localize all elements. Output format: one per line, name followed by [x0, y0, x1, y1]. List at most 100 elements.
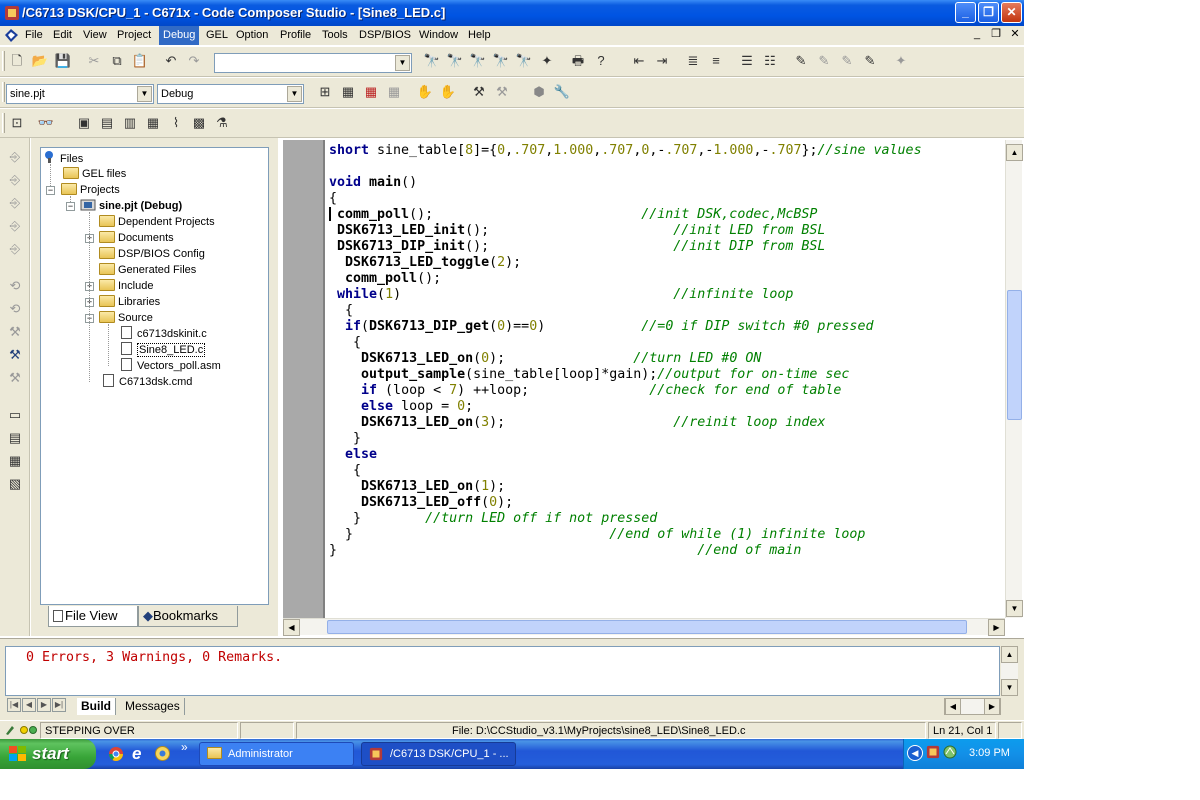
code-line[interactable]: DSK6713_LED_on(1);: [329, 479, 922, 495]
code-line[interactable]: comm_poll();: [329, 271, 922, 287]
help-pointer-icon[interactable]: ?: [592, 52, 610, 70]
build-options-icon[interactable]: ⬢: [530, 83, 548, 101]
tab-next-icon[interactable]: ▶: [37, 698, 51, 712]
start-button[interactable]: start: [0, 739, 96, 769]
toggle-breakpoint-icon[interactable]: ✎: [792, 52, 810, 70]
source-code[interactable]: short sine_table[8]={0,.707,1.000,.707,0…: [329, 143, 922, 559]
debug-options-icon[interactable]: 🔧: [553, 83, 571, 101]
output-horizontal-scrollbar[interactable]: ◀ ▶: [944, 698, 1001, 715]
mdi-restore-button[interactable]: ❐: [988, 28, 1004, 42]
find-icon[interactable]: 🔭: [423, 52, 441, 70]
mdi-minimize-button[interactable]: _: [969, 28, 985, 42]
tab-bookmarks[interactable]: ◆Bookmarks: [138, 606, 238, 627]
code-line[interactable]: else loop = 0;: [329, 399, 922, 415]
code-line[interactable]: short sine_table[8]={0,.707,1.000,.707,0…: [329, 143, 922, 159]
registers-icon[interactable]: ▤: [98, 114, 116, 132]
image-window-icon[interactable]: ▩: [190, 114, 208, 132]
set-pc-icon[interactable]: ⎆: [6, 240, 24, 258]
find-next-icon[interactable]: 🔭: [446, 52, 464, 70]
code-line[interactable]: else: [329, 447, 922, 463]
code-line[interactable]: if(DSK6713_DIP_get(0)==0) //=0 if DIP sw…: [329, 319, 922, 335]
asm-step-into-icon[interactable]: ⟲: [6, 277, 24, 295]
output-vertical-scrollbar[interactable]: ▲ ▼: [1001, 646, 1018, 696]
code-line[interactable]: } //turn LED off if not pressed: [329, 511, 922, 527]
menu-option[interactable]: Option: [232, 26, 272, 45]
chevron-down-icon[interactable]: ▼: [287, 86, 302, 102]
tab-messages[interactable]: Messages: [121, 698, 185, 715]
code-line[interactable]: [329, 159, 922, 175]
remove-probe-points-icon[interactable]: ✎: [861, 52, 879, 70]
code-line[interactable]: DSK6713_LED_init(); //init LED from BSL: [329, 223, 922, 239]
network-tray-icon[interactable]: [943, 745, 957, 762]
tree-node-file-c6713dskinit[interactable]: c6713dskinit.c: [119, 326, 207, 342]
scroll-down-arrow-icon[interactable]: ▼: [1001, 679, 1018, 696]
code-line[interactable]: DSK6713_LED_on(3); //reinit loop index: [329, 415, 922, 431]
editor-vertical-scrollbar[interactable]: ▲ ▼: [1005, 140, 1023, 618]
tree-node-generated-files[interactable]: Generated Files: [99, 262, 196, 278]
outlook-express-icon[interactable]: [154, 745, 171, 765]
code-line[interactable]: void main(): [329, 175, 922, 191]
scroll-up-arrow-icon[interactable]: ▲: [1001, 646, 1018, 663]
open-folder-icon[interactable]: 📂: [31, 52, 49, 70]
code-line[interactable]: {: [329, 335, 922, 351]
print-icon[interactable]: 🖶: [569, 52, 587, 70]
remove-breakpoints-icon[interactable]: ✎: [815, 52, 833, 70]
code-line[interactable]: } //end of while (1) infinite loop: [329, 527, 922, 543]
tab-prev-icon[interactable]: ◀: [22, 698, 36, 712]
dis-view-icon[interactable]: ▦: [6, 452, 24, 470]
chrome-icon[interactable]: [108, 746, 124, 765]
toolbar-grip[interactable]: [2, 113, 5, 133]
scroll-thumb[interactable]: [327, 620, 967, 634]
call-stack-icon[interactable]: ▦: [144, 114, 162, 132]
configuration-combo[interactable]: Debug ▼: [157, 84, 304, 104]
tree-node-gel-files[interactable]: GEL files: [63, 166, 126, 182]
code-line[interactable]: {: [329, 463, 922, 479]
code-line[interactable]: } //end of main: [329, 543, 922, 559]
menu-debug[interactable]: Debug: [159, 26, 200, 45]
chevron-down-icon[interactable]: ▼: [137, 86, 152, 102]
collapse-icon[interactable]: −: [46, 186, 55, 195]
run-to-cursor-icon[interactable]: ⎆: [6, 217, 24, 235]
scroll-left-arrow-icon[interactable]: ◀: [945, 698, 961, 715]
tree-node-file-vectors-poll[interactable]: Vectors_poll.asm: [119, 358, 221, 374]
watch-window-icon[interactable]: 👓: [37, 114, 55, 132]
toggle-list-icon[interactable]: ☷: [761, 52, 779, 70]
internet-explorer-icon[interactable]: e: [132, 744, 141, 764]
asm-step-over-icon[interactable]: ⟲: [6, 300, 24, 318]
quick-launch-more[interactable]: »: [181, 740, 188, 754]
step-out-icon[interactable]: ⎆: [6, 194, 24, 212]
toggle-bookmark-icon[interactable]: ✦: [538, 52, 556, 70]
toggle-probe-point-icon[interactable]: ✎: [838, 52, 856, 70]
menu-tools[interactable]: Tools: [318, 26, 352, 45]
tab-build[interactable]: Build: [77, 698, 116, 715]
profiler-icon[interactable]: ⚗: [213, 114, 231, 132]
project-tree[interactable]: Files GEL files − Projects − sine.pjt (D…: [40, 147, 269, 605]
run-icon[interactable]: ✋: [439, 83, 457, 101]
incremental-build-icon[interactable]: ▦: [339, 83, 357, 101]
code-line[interactable]: }: [329, 431, 922, 447]
memory-view-icon[interactable]: ▭: [6, 406, 24, 424]
tab-first-icon[interactable]: |◀: [7, 698, 21, 712]
project-combo[interactable]: sine.pjt ▼: [6, 84, 154, 104]
tree-node-project-sine[interactable]: sine.pjt (Debug): [80, 198, 182, 214]
animate-icon[interactable]: ⚒: [6, 323, 24, 341]
minimize-button[interactable]: _: [955, 2, 976, 23]
title-bar[interactable]: /C6713 DSK/CPU_1 - C671x - Code Composer…: [0, 0, 1024, 26]
halt-hand-icon[interactable]: ✋: [416, 83, 434, 101]
tab-last-icon[interactable]: ▶|: [52, 698, 66, 712]
code-line[interactable]: while(1) //infinite loop: [329, 287, 922, 303]
stack-view-icon[interactable]: ▧: [6, 475, 24, 493]
step-out-icon[interactable]: ⚒: [493, 83, 511, 101]
edit-properties-icon[interactable]: ☰: [738, 52, 756, 70]
search-combo[interactable]: ▼: [214, 53, 412, 73]
menu-help[interactable]: Help: [464, 26, 495, 45]
mixed-mode-icon[interactable]: ≣: [684, 52, 702, 70]
menu-view[interactable]: View: [79, 26, 111, 45]
menu-file[interactable]: File: [21, 26, 47, 45]
scroll-right-arrow-icon[interactable]: ▶: [988, 619, 1005, 636]
tree-node-dependent-projects[interactable]: Dependent Projects: [99, 214, 215, 230]
code-line[interactable]: output_sample(sine_table[loop]*gain);//o…: [329, 367, 922, 383]
collapse-icon[interactable]: −: [66, 202, 75, 211]
indent-icon[interactable]: ⇥: [653, 52, 671, 70]
save-icon[interactable]: 💾: [54, 52, 72, 70]
